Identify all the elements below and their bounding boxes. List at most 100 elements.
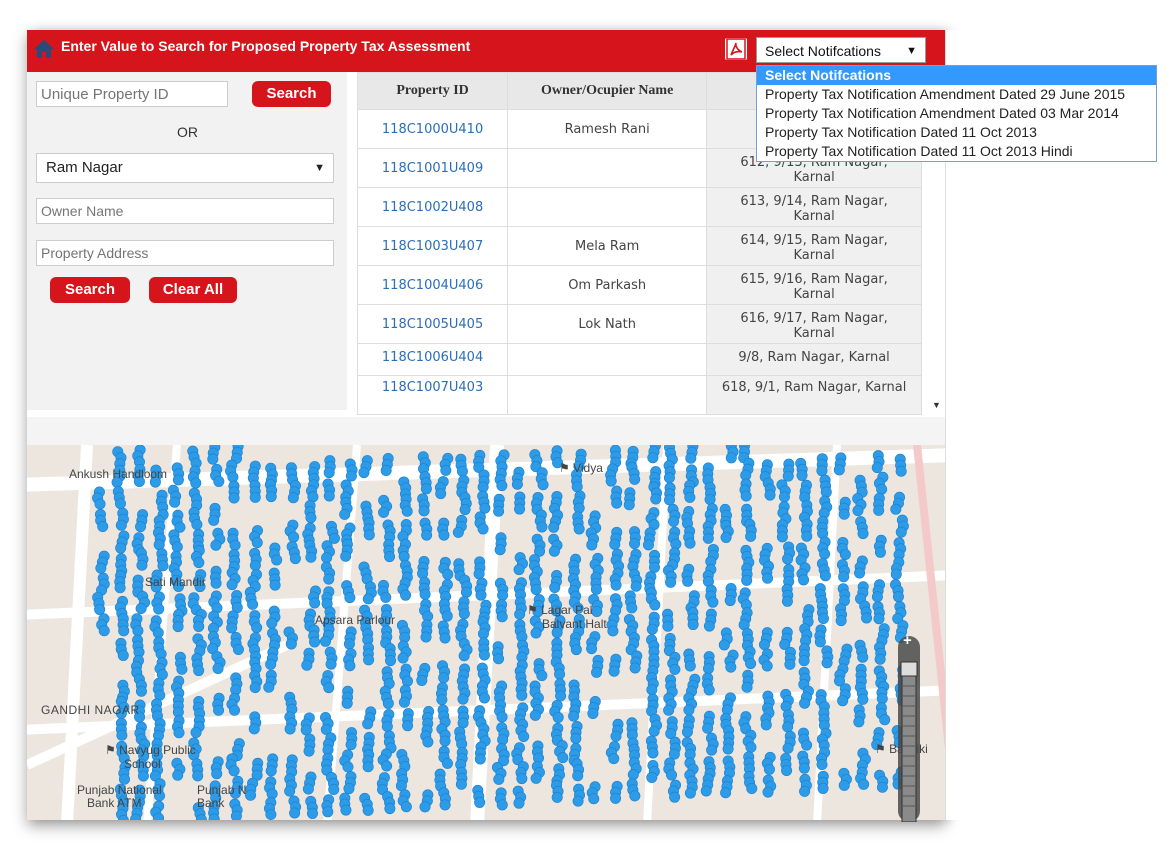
unique-property-id-input[interactable]: [36, 81, 228, 107]
map-label: Ankush Handloom: [69, 467, 168, 481]
property-marker: [152, 627, 164, 639]
property-id-link[interactable]: 118C1001U409: [357, 148, 509, 188]
property-id-link[interactable]: 118C1003U407: [357, 226, 509, 266]
property-marker: [458, 650, 470, 662]
property-marker: [629, 790, 641, 802]
property-marker: [193, 557, 205, 569]
property-marker: [702, 532, 714, 544]
address-line-2: Karnal: [793, 287, 835, 302]
property-marker: [344, 660, 356, 672]
map-label: GANDHI NAGAR: [41, 703, 140, 717]
property-address-input[interactable]: [36, 240, 334, 266]
search-by-id-button[interactable]: Search: [252, 81, 331, 107]
column-header-property-id[interactable]: Property ID: [357, 72, 509, 110]
property-marker: [496, 611, 508, 623]
property-marker: [362, 718, 374, 730]
poi-icon: ⚑: [105, 743, 120, 757]
property-marker: [191, 518, 203, 530]
property-marker: [494, 544, 506, 556]
address-line-1: 613, 9/14, Ram Nagar,: [740, 194, 888, 209]
property-marker: [895, 526, 907, 538]
property-marker: [457, 693, 469, 705]
property-marker: [321, 552, 333, 564]
map-label: Bank ATM: [87, 796, 142, 810]
map-canvas[interactable]: [27, 445, 945, 820]
property-marker: [853, 716, 865, 728]
search-button[interactable]: Search: [50, 277, 130, 303]
property-marker: [799, 785, 811, 797]
notification-option[interactable]: Property Tax Notification Dated 11 Oct 2…: [757, 123, 1156, 142]
property-marker: [838, 508, 850, 520]
property-id-link[interactable]: 118C1000U410: [357, 109, 509, 149]
zoom-in-button[interactable]: +: [903, 632, 912, 649]
notification-option[interactable]: Select Notifcations: [757, 66, 1156, 85]
owner-name-cell: Ramesh Rani: [507, 109, 708, 149]
property-marker: [287, 492, 299, 504]
table-row[interactable]: 118C1006U404 9/8, Ram Nagar, Karnal: [357, 343, 922, 376]
property-id-link[interactable]: 118C1005U405: [357, 304, 509, 344]
table-row[interactable]: 118C1002U408 613, 9/14, Ram Nagar, Karnal: [357, 187, 922, 227]
property-marker: [798, 655, 810, 667]
property-marker: [665, 576, 677, 588]
search-panel: Search OR Ram Nagar ▼ Search Clear All: [27, 72, 347, 410]
property-marker: [385, 655, 397, 667]
property-marker: [552, 711, 564, 723]
property-id-link[interactable]: 118C1004U406: [357, 265, 509, 305]
property-marker: [438, 672, 450, 684]
property-marker: [646, 772, 658, 784]
table-row[interactable]: 118C1003U407 Mela Ram 614, 9/15, Ram Nag…: [357, 226, 922, 266]
scroll-down-icon[interactable]: ▼: [932, 400, 941, 410]
property-marker: [554, 668, 566, 680]
property-marker: [838, 571, 850, 583]
table-row[interactable]: 118C1007U403 618, 9/1, Ram Nagar, Karnal: [357, 375, 922, 415]
property-marker: [341, 697, 353, 709]
property-marker: [493, 505, 505, 517]
property-marker: [266, 617, 278, 629]
notification-option[interactable]: Property Tax Notification Dated 11 Oct 2…: [757, 142, 1156, 161]
column-header-owner[interactable]: Owner/Ocupier Name: [507, 72, 708, 110]
table-row[interactable]: 118C1004U406 Om Parkash 615, 9/16, Ram N…: [357, 265, 922, 305]
home-icon[interactable]: [33, 38, 55, 60]
property-marker: [725, 661, 737, 673]
map-view[interactable]: Ankush Handloom ⚑ Vidya Sati Mandir ⚑ La…: [27, 445, 945, 820]
property-marker: [135, 603, 147, 615]
notification-select[interactable]: Select Notifcations ▼: [756, 37, 926, 63]
property-marker: [876, 693, 888, 705]
property-marker: [94, 603, 106, 615]
property-marker: [439, 735, 451, 747]
property-id-link[interactable]: 118C1006U404: [357, 343, 509, 376]
property-marker: [668, 515, 680, 527]
property-marker: [608, 665, 620, 677]
table-row[interactable]: 118C1005U405 Lok Nath 616, 9/17, Ram Nag…: [357, 304, 922, 344]
panel-divider: [27, 417, 945, 445]
zoom-control[interactable]: +: [898, 632, 920, 823]
property-marker: [323, 490, 335, 502]
pdf-icon[interactable]: [725, 38, 747, 60]
ward-select[interactable]: Ram Nagar ▼: [36, 153, 334, 183]
property-marker: [271, 554, 283, 566]
property-marker: [548, 521, 560, 533]
property-marker: [345, 470, 357, 482]
property-marker: [420, 483, 432, 495]
property-marker: [228, 765, 240, 777]
owner-name-input[interactable]: [36, 198, 334, 224]
property-id-link[interactable]: 118C1007U403: [357, 375, 509, 415]
clear-all-button[interactable]: Clear All: [149, 277, 237, 303]
property-id-link[interactable]: 118C1002U408: [357, 187, 509, 227]
notification-option[interactable]: Property Tax Notification Amendment Date…: [757, 85, 1156, 104]
property-marker: [381, 720, 393, 732]
property-marker: [861, 612, 873, 624]
notification-option[interactable]: Property Tax Notification Amendment Date…: [757, 104, 1156, 123]
property-marker: [782, 721, 794, 733]
property-marker: [784, 658, 796, 670]
property-marker: [343, 783, 355, 795]
address-line-1: 618, 9/1, Ram Nagar, Karnal: [721, 380, 907, 395]
owner-name-cell: Mela Ram: [507, 226, 708, 266]
property-marker: [135, 521, 147, 533]
property-marker: [226, 579, 238, 591]
property-marker: [570, 733, 582, 745]
property-marker: [265, 809, 277, 820]
property-marker: [514, 503, 526, 515]
or-separator: OR: [177, 124, 198, 140]
property-marker: [288, 531, 300, 543]
